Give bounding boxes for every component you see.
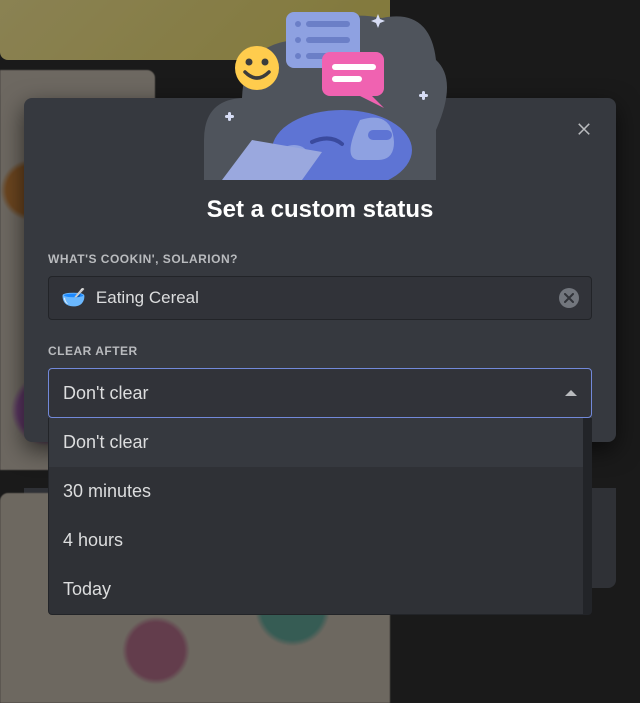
select-display[interactable]: Don't clear [48,368,592,418]
custom-status-modal: Set a custom status WHAT'S COOKIN', SOLA… [24,98,616,442]
clear-after-select: Don't clear Don't clear 30 minutes 4 hou… [48,368,592,418]
clear-after-label: CLEAR AFTER [48,344,592,358]
status-field-label: WHAT'S COOKIN', SOLARION? [48,252,592,266]
select-value: Don't clear [63,383,148,404]
status-input-wrap: 🥣 [48,276,592,320]
close-button[interactable] [572,116,596,140]
select-option[interactable]: 4 hours [49,516,583,565]
select-option[interactable]: Today [49,565,583,614]
emoji-picker-button[interactable]: 🥣 [61,288,86,308]
clear-status-button[interactable] [559,288,579,308]
select-dropdown: Don't clear 30 minutes 4 hours Today [48,418,592,615]
bg-image-banana [0,0,390,60]
select-option[interactable]: 30 minutes [49,467,583,516]
status-text-input[interactable] [96,288,559,308]
close-icon [575,119,593,137]
caret-up-icon [565,390,577,396]
x-icon [564,293,574,303]
modal-title: Set a custom status [24,98,616,224]
select-option[interactable]: Don't clear [49,418,583,467]
